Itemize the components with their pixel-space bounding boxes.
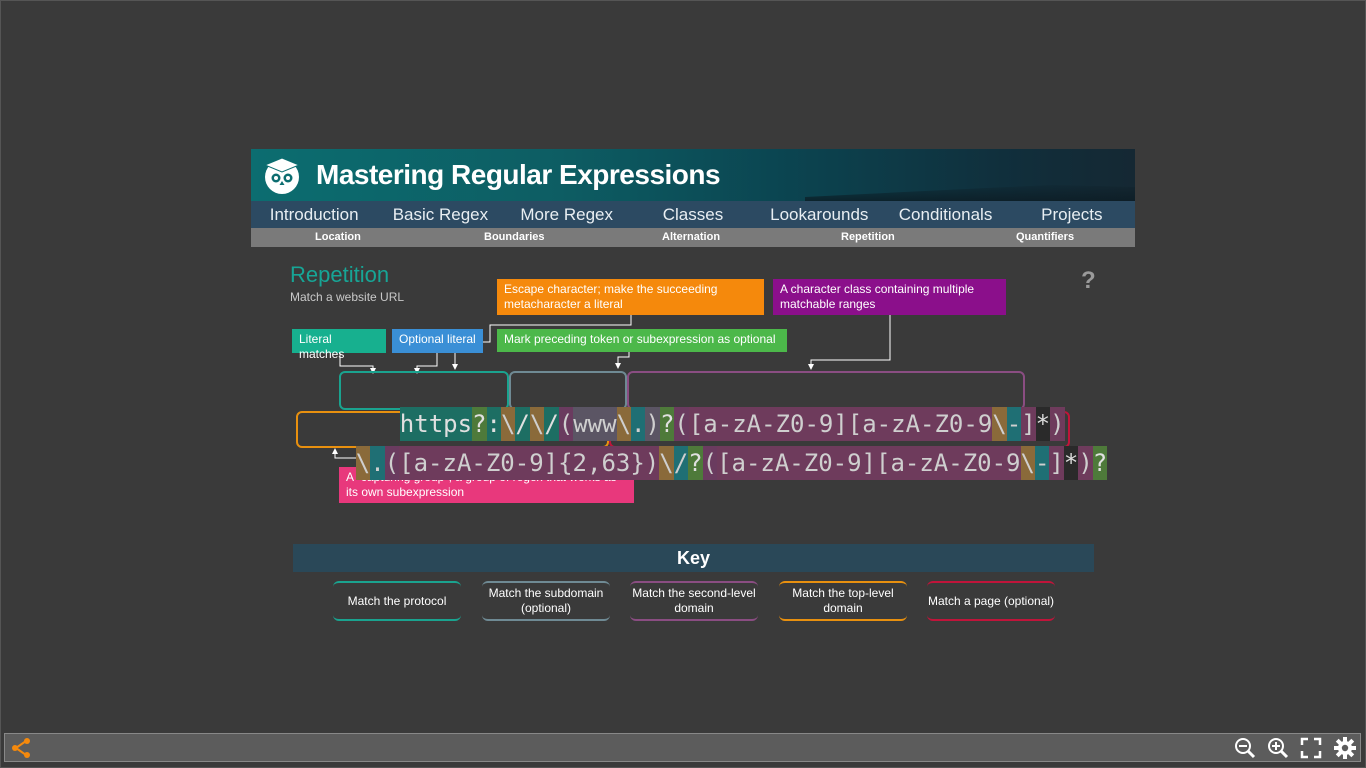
slide: Mastering Regular Expressions Introducti… [251,149,1135,621]
nav-projects[interactable]: Projects [1009,201,1135,228]
fullscreen-icon[interactable] [1300,737,1322,759]
regex-token: ( [702,446,718,480]
banner-skyline [805,185,1135,201]
regex-token: ( [384,446,400,480]
regex-token: \ [659,446,674,480]
owl-logo-icon [263,157,301,194]
sub-nav: Location Boundaries Alternation Repetiti… [251,228,1135,247]
regex-line-2: \.([a-zA-Z0-9]{2,63})\/?([a-zA-Z0-9][a-z… [298,412,1108,480]
nav-basic-regex[interactable]: Basic Regex [377,201,503,228]
settings-icon[interactable] [1334,737,1356,759]
regex-token: \ [355,446,371,480]
regex-token: ? [1092,446,1108,480]
subnav-alternation[interactable]: Alternation [662,231,720,243]
header-banner: Mastering Regular Expressions [251,149,1135,201]
key-item-label: Match the top-level domain [792,586,894,615]
viewer-toolbar [4,733,1361,762]
page-title: Mastering Regular Expressions [316,159,721,190]
key-item-subdomain: Match the subdomain (optional) [482,581,610,621]
callout-charclass: A character class containing multiple ma… [773,279,1006,315]
callout-escape-text: Escape character; make the succeeding me… [504,282,718,311]
help-icon[interactable]: ? [1081,267,1096,295]
zoom-out-icon[interactable] [1234,737,1256,759]
key-item-second-level: Match the second-level domain [630,581,758,621]
regex-token: ? [688,446,703,480]
nav-introduction[interactable]: Introduction [251,201,377,228]
key-heading: Key [293,544,1094,572]
callout-optional: Mark preceding token or subexpression as… [497,329,787,352]
regex-token: [a-zA-Z0-9]{2,63}) [399,446,660,480]
nav-conditionals[interactable]: Conditionals [882,201,1008,228]
regex-token: ) [1078,446,1093,480]
regex-token: [a-zA-Z0-9][a-zA-Z0-9 [717,446,1021,480]
main-nav: Introduction Basic Regex More Regex Clas… [251,201,1135,228]
callout-charclass-text: A character class containing multiple ma… [780,282,975,311]
section-title: Repetition [290,262,390,287]
zoom-in-icon[interactable] [1267,737,1289,759]
key-item-protocol: Match the protocol [333,581,461,621]
callout-optional-literal-text: Optional literal [399,332,476,346]
callout-optional-literal: Optional literal [392,329,483,353]
regex-token: ] [1049,446,1064,480]
subnav-boundaries[interactable]: Boundaries [484,231,545,243]
regex-token: \ [1020,446,1035,480]
key-item-label: Match the protocol [347,593,447,608]
callout-literal: Literal matches [292,329,386,361]
nav-classes[interactable]: Classes [630,201,756,228]
subnav-location[interactable]: Location [315,231,361,243]
regex-token: * [1063,446,1079,480]
subnav-repetition[interactable]: Repetition [841,231,895,243]
nav-lookarounds[interactable]: Lookarounds [756,201,882,228]
key-item-label: Match a page (optional) [927,593,1055,608]
key-item-label: Match the second-level domain [632,586,756,615]
key-item-top-level: Match the top-level domain [779,581,907,621]
callout-optional-text: Mark preceding token or subexpression as… [504,332,776,346]
regex-token: . [370,446,385,480]
share-icon[interactable] [10,737,32,759]
regex-line-1: https?:\/\/(www\.)?([a-zA-Z0-9][a-zA-Z0-… [342,373,1065,441]
section-subtitle: Match a website URL [290,290,405,304]
nav-more-regex[interactable]: More Regex [504,201,630,228]
key-item-page: Match a page (optional) [927,581,1055,621]
key-item-label: Match the subdomain (optional) [488,586,604,615]
regex-token: / [673,446,689,480]
regex-token: - [1034,446,1050,480]
callout-literal-text: Literal matches [299,332,345,361]
callout-escape: Escape character; make the succeeding me… [497,279,764,315]
subnav-quantifiers[interactable]: Quantifiers [1016,231,1074,243]
